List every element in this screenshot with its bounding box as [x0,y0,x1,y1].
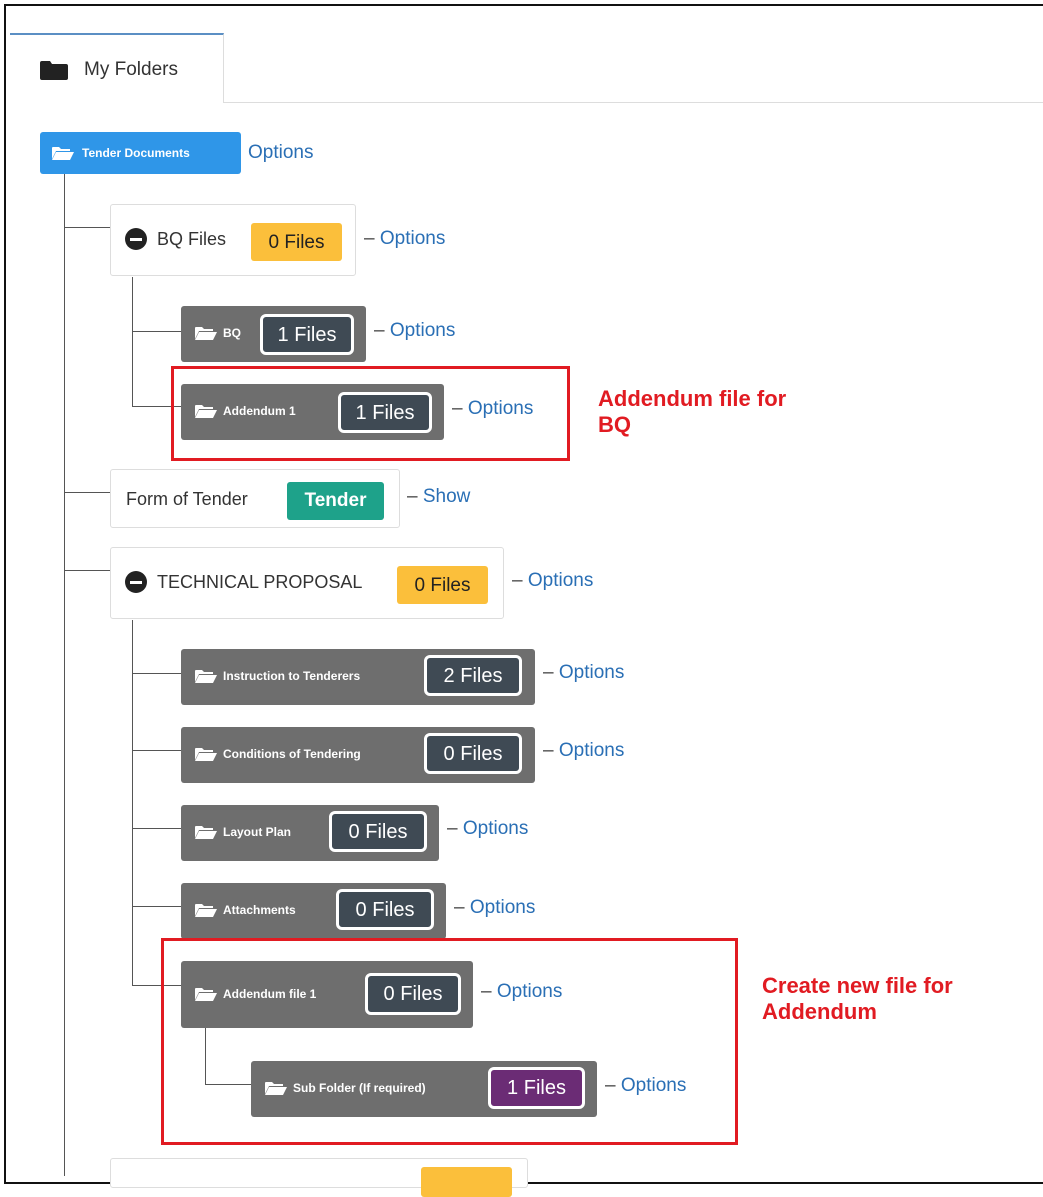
annotation-text-bq: Addendum file for BQ [598,386,786,438]
instruction-to-tenderers-folder-button[interactable]: Instruction to Tenderers 2 Files [181,649,535,705]
annotation-box-bq [171,366,570,461]
tender-documents-label: Tender Documents [82,146,190,160]
folder-open-icon [195,904,217,917]
collapse-icon[interactable] [125,571,147,593]
folder-open-icon [195,748,217,761]
attachments-folder-button[interactable]: Attachments 0 Files [181,883,446,939]
dash: – [454,897,465,918]
dash: – [374,320,385,341]
options-label: Options [389,320,456,341]
form-of-tender-node[interactable]: Form of Tender Tender [110,469,400,528]
tree-line [64,174,65,1176]
options-label: Options [558,662,625,683]
bq-files-count-badge: 0 Files [251,223,342,261]
tender-documents-button[interactable]: Tender Documents [40,132,241,174]
attachments-file-count: 0 Files [336,889,434,930]
tree-line [64,492,110,493]
annotation-text-addendum: Create new file for Addendum [762,973,953,1025]
layout-plan-folder-button[interactable]: Layout Plan 0 Files [181,805,439,861]
layout-plan-label: Layout Plan [223,825,292,839]
folder-icon [40,61,68,80]
dash: – [447,818,458,839]
next-folder-count-badge [421,1167,512,1197]
layout-plan-file-count: 0 Files [329,811,427,852]
form-of-tender-show-link[interactable]: – Show [407,486,470,508]
tree-line [64,227,110,228]
dash: – [407,486,418,507]
annotation-line: BQ [598,412,631,437]
conditions-file-count: 0 Files [424,733,522,774]
dash: – [512,570,523,591]
collapse-icon[interactable] [125,228,147,250]
conditions-of-tendering-label: Conditions of Tendering [223,747,361,761]
attachments-label: Attachments [223,903,296,917]
tab-my-folders[interactable]: My Folders [10,33,224,103]
layout-plan-options-link[interactable]: – Options [447,818,528,840]
folder-open-icon [52,147,74,160]
options-label: Options [469,897,536,918]
tender-documents-options-link[interactable]: Options [248,142,313,164]
instruction-to-tenderers-label: Instruction to Tenderers [223,669,361,683]
options-label: Options [462,818,529,839]
options-label: Options [379,228,446,249]
bq-options-link[interactable]: – Options [374,320,455,342]
bq-folder-label: BQ [223,326,241,340]
folder-open-icon [195,670,217,683]
show-label: Show [422,486,471,507]
bq-folder-button[interactable]: BQ 1 Files [181,306,366,362]
instruction-options-link[interactable]: – Options [543,662,624,684]
annotation-line: Addendum [762,999,877,1024]
attachments-options-link[interactable]: – Options [454,897,535,919]
bq-files-label: BQ Files [157,229,227,249]
technical-proposal-label: TECHNICAL PROPOSAL [157,572,363,592]
tree-line [132,620,133,986]
annotation-line: Addendum file for [598,386,787,411]
tree-line [132,828,181,829]
technical-proposal-count-badge: 0 Files [397,566,488,604]
tree-line [132,906,181,907]
annotation-line: Create new file for [762,973,953,998]
instruction-file-count: 2 Files [424,655,522,696]
tab-label: My Folders [84,59,178,80]
tree-line [132,331,181,332]
tender-badge: Tender [287,482,384,520]
dash: – [543,740,554,761]
tree-line [64,570,110,571]
bq-file-count: 1 Files [260,314,354,355]
conditions-of-tendering-folder-button[interactable]: Conditions of Tendering 0 Files [181,727,535,783]
tab-bar-divider [224,102,1043,103]
next-folder-node[interactable] [110,1158,528,1197]
options-label: Options [527,570,594,591]
bq-files-node[interactable]: BQ Files 0 Files [110,204,356,276]
dash: – [543,662,554,683]
dash: – [364,228,375,249]
tree-line [132,277,133,407]
options-label: Options [558,740,625,761]
tree-line [132,673,181,674]
technical-proposal-node[interactable]: TECHNICAL PROPOSAL 0 Files [110,547,504,619]
bq-files-options-link[interactable]: – Options [364,228,445,250]
folder-open-icon [195,826,217,839]
form-of-tender-label: Form of Tender [126,489,248,509]
technical-proposal-options-link[interactable]: – Options [512,570,593,592]
folder-open-icon [195,327,217,340]
annotation-box-addendum [161,938,738,1145]
tree-line [132,750,181,751]
conditions-options-link[interactable]: – Options [543,740,624,762]
